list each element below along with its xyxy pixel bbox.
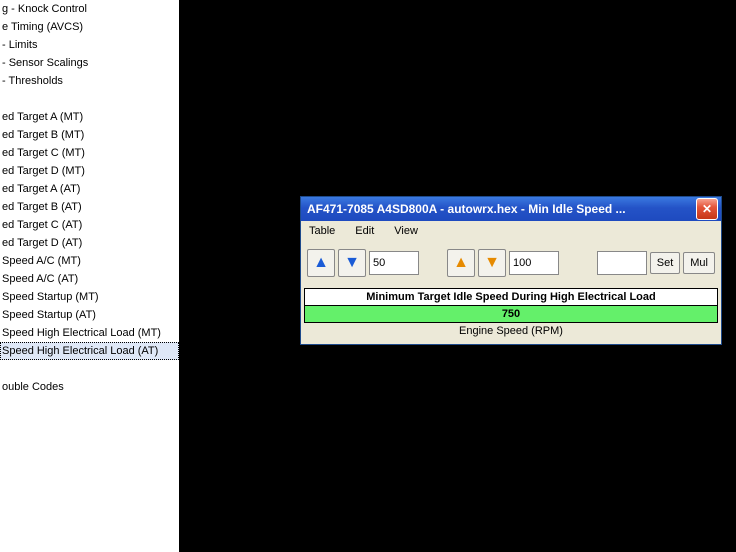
tree-item-18[interactable]: Speed High Electrical Load (MT) (0, 324, 179, 342)
tree-item-15[interactable]: Speed A/C (AT) (0, 270, 179, 288)
fine-step-input[interactable] (509, 251, 559, 275)
custom-value-input[interactable] (597, 251, 647, 275)
menu-table[interactable]: Table (305, 223, 339, 239)
tree-item-14[interactable]: Speed A/C (MT) (0, 252, 179, 270)
arrow-down-icon: ▼ (344, 254, 360, 272)
table-value-cell[interactable]: 750 (305, 306, 718, 323)
tree-sidebar: g - Knock Controle Timing (AVCS) - Limit… (0, 0, 180, 552)
tree-item-0[interactable]: g - Knock Control (0, 0, 179, 18)
tree-item-11[interactable]: ed Target B (AT) (0, 198, 179, 216)
menubar: Table Edit View (301, 221, 721, 241)
arrow-down-icon: ▼ (484, 254, 500, 272)
coarse-step-input[interactable] (369, 251, 419, 275)
tree-item-12[interactable]: ed Target C (AT) (0, 216, 179, 234)
coarse-decrease-button[interactable]: ▼ (338, 249, 366, 277)
tree-item-21[interactable]: ouble Codes (0, 378, 179, 396)
tree-item-1[interactable]: e Timing (AVCS) (0, 18, 179, 36)
table-header: Minimum Target Idle Speed During High El… (305, 289, 718, 306)
tree-item-4[interactable]: - Thresholds (0, 72, 179, 90)
data-table: Minimum Target Idle Speed During High El… (304, 288, 718, 323)
toolbar: ▲ ▼ ▲ ▼ Set Mul (301, 241, 721, 285)
coarse-increase-button[interactable]: ▲ (307, 249, 335, 277)
tree-item-9[interactable]: ed Target D (MT) (0, 162, 179, 180)
arrow-up-icon: ▲ (453, 254, 469, 272)
tree-item-17[interactable]: Speed Startup (AT) (0, 306, 179, 324)
axis-label: Engine Speed (RPM) (304, 323, 718, 341)
close-icon: ✕ (702, 202, 712, 216)
tree-item-8[interactable]: ed Target C (MT) (0, 144, 179, 162)
tree-item-13[interactable]: ed Target D (AT) (0, 234, 179, 252)
tree-item-10[interactable]: ed Target A (AT) (0, 180, 179, 198)
titlebar[interactable]: AF471-7085 A4SD800A - autowrx.hex - Min … (301, 197, 721, 221)
mul-button[interactable]: Mul (683, 252, 715, 274)
tree-item-5 (0, 90, 179, 108)
close-button[interactable]: ✕ (696, 198, 718, 220)
tree-item-2[interactable]: - Limits (0, 36, 179, 54)
set-button[interactable]: Set (650, 252, 681, 274)
tree-item-3[interactable]: - Sensor Scalings (0, 54, 179, 72)
tree-item-16[interactable]: Speed Startup (MT) (0, 288, 179, 306)
window-title: AF471-7085 A4SD800A - autowrx.hex - Min … (307, 202, 696, 216)
menu-edit[interactable]: Edit (351, 223, 378, 239)
menu-view[interactable]: View (390, 223, 422, 239)
tree-item-20 (0, 360, 179, 378)
fine-increase-button[interactable]: ▲ (447, 249, 475, 277)
fine-decrease-button[interactable]: ▼ (478, 249, 506, 277)
tree-item-6[interactable]: ed Target A (MT) (0, 108, 179, 126)
tree-item-19[interactable]: Speed High Electrical Load (AT) (0, 342, 179, 360)
tree-item-7[interactable]: ed Target B (MT) (0, 126, 179, 144)
table-editor-window: AF471-7085 A4SD800A - autowrx.hex - Min … (300, 196, 722, 345)
arrow-up-icon: ▲ (313, 254, 329, 272)
